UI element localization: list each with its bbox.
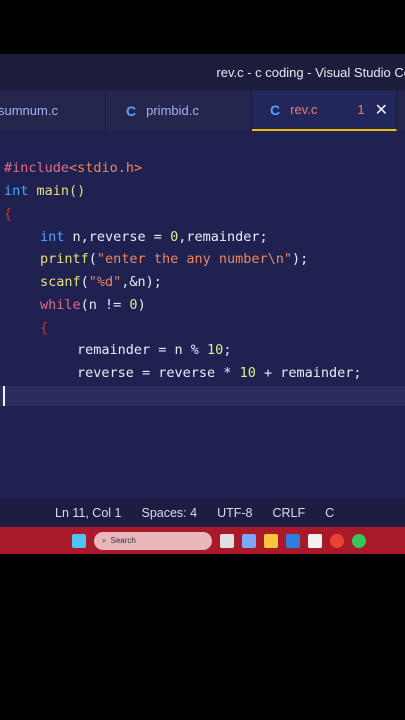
close-icon[interactable]: ✕ [375, 100, 388, 120]
code-line-8: { [40, 320, 49, 336]
language-mode[interactable]: C [325, 506, 334, 520]
search-label: Search [110, 536, 136, 545]
tab-label: primbid.c [146, 103, 199, 118]
code-line-6: scanf("%d",&n); [40, 274, 162, 290]
problem-count-badge: 1 [357, 102, 365, 117]
task-view-icon[interactable] [220, 533, 234, 548]
search-icon: ⌕ [102, 535, 107, 545]
code-line-1: #include<stdio.h> [4, 160, 143, 176]
c-file-icon: C [270, 101, 281, 118]
tab-sumnum[interactable]: sumnum.c [0, 90, 106, 131]
code-line-4: int n,reverse = 0,remainder; [40, 229, 268, 245]
line-ending[interactable]: CRLF [273, 506, 306, 520]
chat-icon[interactable] [242, 533, 256, 548]
file-encoding[interactable]: UTF-8 [217, 506, 252, 520]
code-editor[interactable]: #include<stdio.h> int main() { int n,rev… [0, 131, 405, 499]
editor-tabs: sumnum.c C primbid.c C rev.c 1 ✕ [0, 90, 405, 131]
code-line-3: { [4, 206, 13, 222]
vscode-window: rev.c - c coding - Visual Studio Co sumn… [0, 54, 405, 554]
tab-primbid[interactable]: C primbid.c [106, 90, 252, 131]
windows-taskbar: ⌕ Search [0, 527, 405, 554]
status-bar: Ln 11, Col 1 Spaces: 4 UTF-8 CRLF C ◎Go [0, 499, 405, 527]
code-line-5: printf("enter the any number\n"); [40, 251, 309, 267]
indentation-setting[interactable]: Spaces: 4 [141, 506, 197, 520]
text-cursor [3, 386, 5, 406]
tab-rev[interactable]: C rev.c 1 ✕ [252, 90, 397, 131]
code-line-2: int main() [4, 183, 86, 199]
taskbar-search[interactable]: ⌕ Search [94, 531, 212, 550]
go-live-button[interactable]: ◎Go [354, 506, 405, 521]
title-bar: rev.c - c coding - Visual Studio Co [0, 54, 405, 90]
cursor-position[interactable]: Ln 11, Col 1 [55, 506, 121, 520]
window-title: rev.c - c coding - Visual Studio Co [216, 64, 405, 80]
windows-start-icon[interactable] [72, 533, 86, 548]
file-explorer-icon[interactable] [264, 533, 278, 548]
c-file-icon: C [126, 102, 137, 119]
chrome-icon[interactable] [330, 533, 344, 548]
tab-label: sumnum.c [0, 103, 58, 118]
store-icon[interactable] [308, 533, 322, 548]
current-line-highlight [0, 386, 405, 406]
vscode-icon[interactable] [286, 533, 300, 548]
code-line-10: reverse = reverse * 10 + remainder; [77, 365, 362, 381]
code-line-7: while(n != 0) [40, 297, 146, 313]
tab-label: rev.c [290, 102, 318, 117]
code-line-9: remainder = n % 10; [77, 342, 232, 358]
whatsapp-icon[interactable] [352, 533, 366, 548]
